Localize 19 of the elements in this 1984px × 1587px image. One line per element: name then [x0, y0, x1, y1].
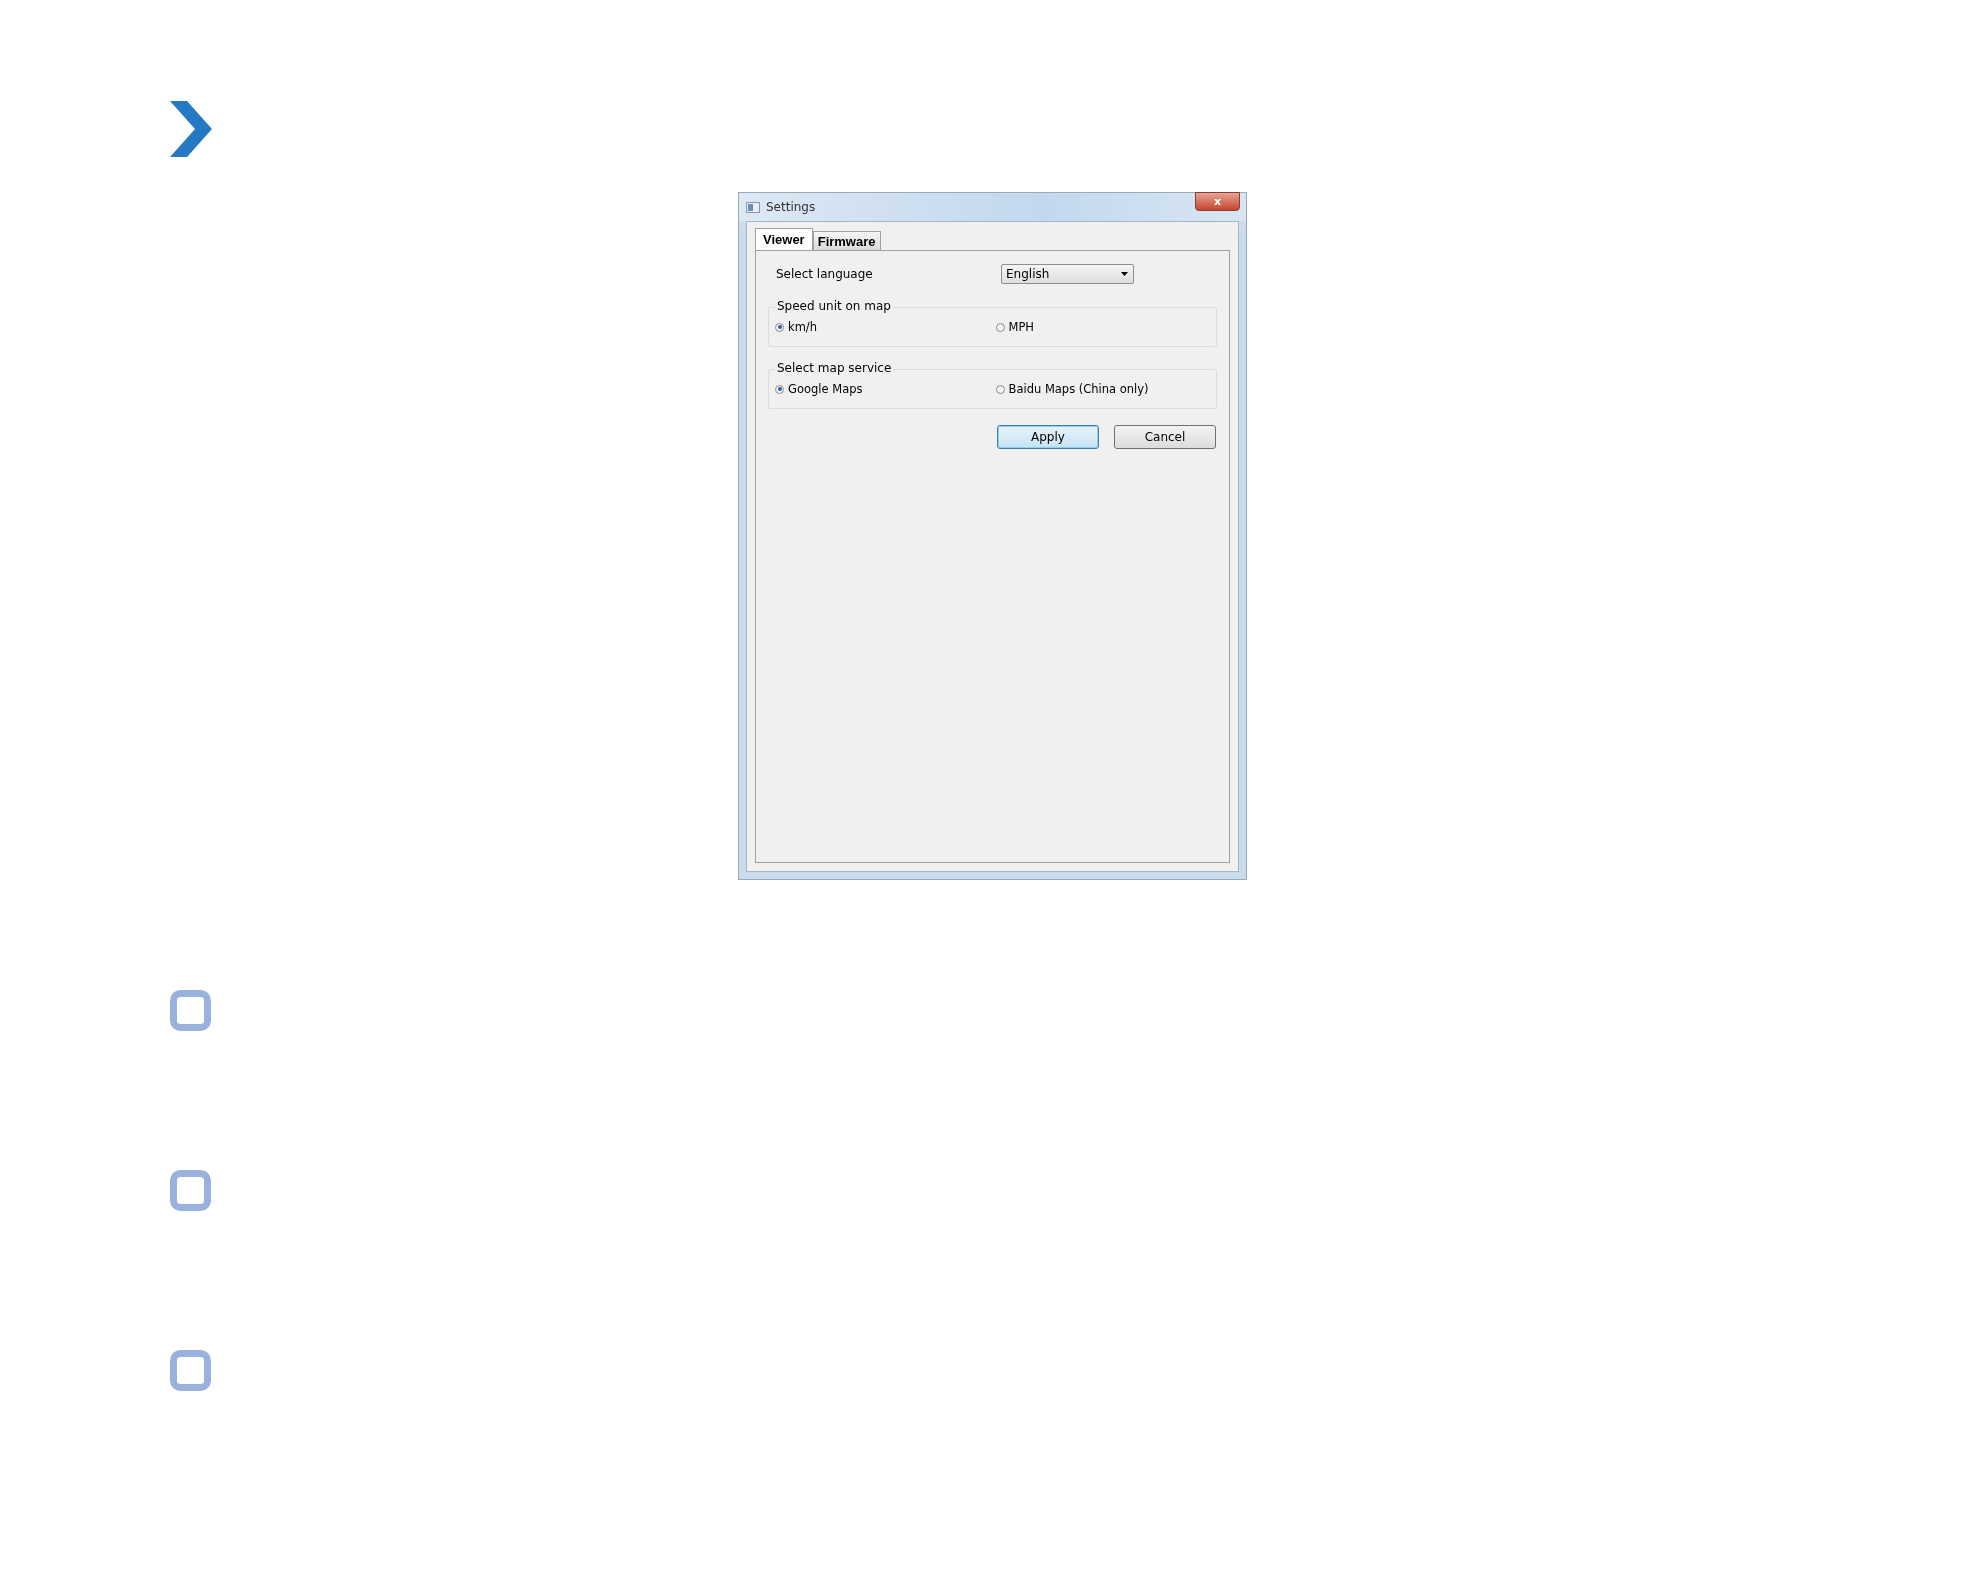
language-dropdown[interactable]: English	[1001, 264, 1134, 284]
window-icon	[746, 201, 760, 213]
square-bullet-icon	[170, 1170, 211, 1211]
apply-button[interactable]: Apply	[997, 425, 1099, 449]
group-title: Speed unit on map	[775, 299, 893, 313]
group-title: Select map service	[775, 361, 894, 375]
radio-option[interactable]: MPH	[995, 320, 1216, 334]
language-label: Select language	[775, 267, 874, 281]
cancel-button[interactable]: Cancel	[1114, 425, 1216, 449]
radio-option[interactable]: Baidu Maps (China only)	[995, 382, 1216, 396]
tab[interactable]: Viewer	[755, 228, 813, 250]
radio-option[interactable]: km/h	[775, 320, 996, 334]
window-title: Settings	[766, 200, 816, 214]
radio-option[interactable]: Google Maps	[775, 382, 996, 396]
square-bullet-icon	[170, 990, 211, 1031]
dropdown-arrow-icon	[1121, 272, 1128, 276]
tab[interactable]: Firmware	[812, 231, 881, 250]
square-bullet-icon	[170, 1350, 211, 1391]
chevron-icon	[170, 101, 212, 157]
